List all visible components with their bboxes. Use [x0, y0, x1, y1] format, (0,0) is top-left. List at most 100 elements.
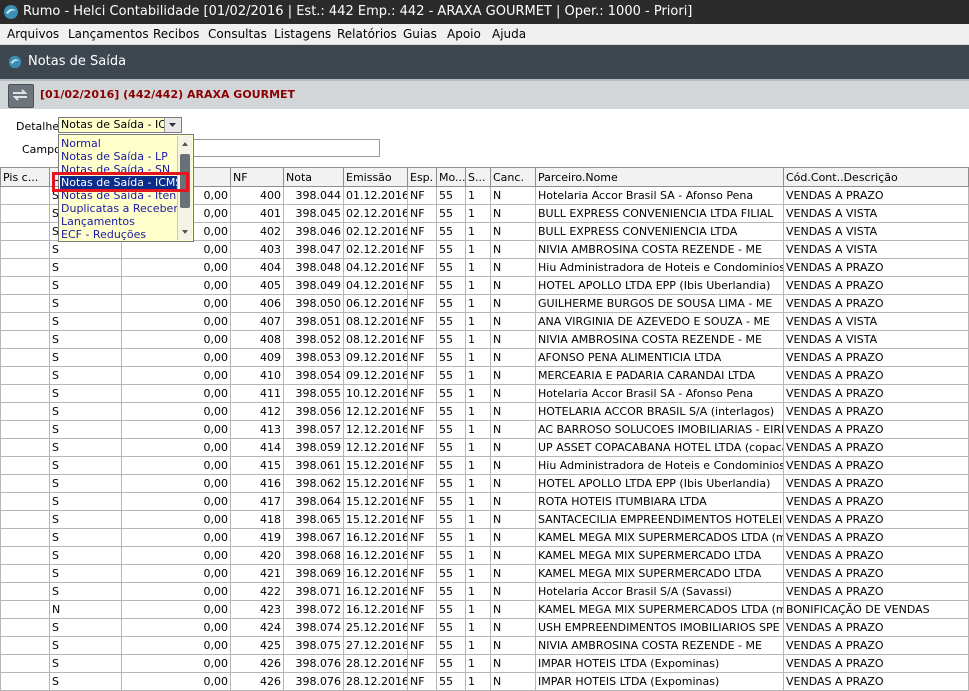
dropdown-toggle[interactable] [164, 118, 181, 132]
table-row[interactable]: S 0,00 403 398.047 02.12.2016 NF 55 1 N NIVIA AMB… [0, 240, 969, 259]
column-header[interactable]: Nota [283, 167, 344, 187]
table-cell: VENDAS A PRAZO [783, 636, 969, 655]
table-cell: 398.065 [283, 510, 344, 529]
dropdown-item-duplicatas-receber[interactable]: Duplicatas a Receber [61, 202, 178, 215]
table-cell: 28.12.2016 [343, 654, 408, 673]
table-row[interactable]: S 0,00 426 398.076 28.12.2016 NF 55 1 N IMPAR HOT… [0, 672, 969, 691]
dropdown-item-ecf-reducoes[interactable]: ECF - Reduções [61, 228, 146, 241]
table-row[interactable]: S 0,00 426 398.076 28.12.2016 NF 55 1 N IMPAR HOT… [0, 654, 969, 673]
table-cell: 0,00 [121, 258, 231, 277]
table-cell: 424 [230, 618, 284, 637]
table-cell: VENDAS A PRAZO [783, 384, 969, 403]
menu-listagens[interactable]: Listagens [274, 24, 331, 44]
table-cell: 398.055 [283, 384, 344, 403]
column-header[interactable]: Canc. [490, 167, 536, 187]
campo-input[interactable] [192, 139, 380, 157]
dropdown-item-lancamentos[interactable]: Lançamentos [61, 215, 135, 228]
table-cell: N [490, 330, 536, 349]
table-cell: N [490, 312, 536, 331]
table-row[interactable]: S 0,00 418 398.065 15.12.2016 NF 55 1 N SANTACECI… [0, 510, 969, 529]
table-row[interactable]: N 0,00 423 398.072 16.12.2016 NF 55 1 N KAMEL MEG… [0, 600, 969, 619]
table-cell: 1 [465, 474, 491, 493]
table-cell: 16.12.2016 [343, 528, 408, 547]
scroll-down-icon[interactable] [178, 226, 192, 238]
table-row[interactable]: S 0,00 417 398.064 15.12.2016 NF 55 1 N ROTA HOTE… [0, 492, 969, 511]
table-cell [0, 438, 50, 457]
table-row[interactable]: S 0,00 422 398.071 16.12.2016 NF 55 1 N Hotelaria… [0, 582, 969, 601]
table-row[interactable]: S 0,00 408 398.052 08.12.2016 NF 55 1 N NIVIA AMB… [0, 330, 969, 349]
table-cell: 1 [465, 312, 491, 331]
column-header[interactable]: Emissão [343, 167, 408, 187]
table-cell: 1 [465, 528, 491, 547]
scroll-up-icon[interactable] [178, 138, 192, 150]
table-cell: 0,00 [121, 474, 231, 493]
table-cell: 1 [465, 564, 491, 583]
table-cell: 398.069 [283, 564, 344, 583]
table-row[interactable]: S 0,00 410 398.054 09.12.2016 NF 55 1 N MERCEARIA… [0, 366, 969, 385]
table-cell: 15.12.2016 [343, 474, 408, 493]
table-cell: 0,00 [121, 348, 231, 367]
table-cell: 1 [465, 582, 491, 601]
table-cell: S [49, 636, 122, 655]
table-row[interactable]: S 0,00 414 398.059 12.12.2016 NF 55 1 N UP ASSET … [0, 438, 969, 457]
table-row[interactable]: S 0,00 420 398.068 16.12.2016 NF 55 1 N KAMEL MEG… [0, 546, 969, 565]
table-row[interactable]: S 0,00 411 398.055 10.12.2016 NF 55 1 N Hotelaria… [0, 384, 969, 403]
table-row[interactable]: S 0,00 409 398.053 09.12.2016 NF 55 1 N AFONSO PE… [0, 348, 969, 367]
table-cell: NF [407, 546, 437, 565]
table-row[interactable]: S 0,00 425 398.075 27.12.2016 NF 55 1 N NIVIA AMB… [0, 636, 969, 655]
table-cell: 0,00 [121, 654, 231, 673]
column-header[interactable]: NF [230, 167, 284, 187]
table-row[interactable]: S 0,00 407 398.051 08.12.2016 NF 55 1 N ANA VIRGI… [0, 312, 969, 331]
navigate-back-button[interactable] [8, 84, 34, 108]
table-row[interactable]: S 0,00 421 398.069 16.12.2016 NF 55 1 N KAMEL MEG… [0, 564, 969, 583]
column-header[interactable]: Cód.Cont..Descrição [783, 167, 969, 187]
column-header[interactable]: S... [465, 167, 491, 187]
menu-consultas[interactable]: Consultas [208, 24, 267, 44]
column-header[interactable]: Pis c... [0, 167, 50, 187]
menu-apoio[interactable]: Apoio [447, 24, 481, 44]
table-cell: 398.075 [283, 636, 344, 655]
table-cell [0, 618, 50, 637]
table-cell [0, 582, 50, 601]
column-header[interactable]: Esp. [407, 167, 437, 187]
menu-lancamentos[interactable]: Lançamentos [68, 24, 149, 44]
table-cell: 1 [465, 258, 491, 277]
table-row[interactable]: S 0,00 406 398.050 06.12.2016 NF 55 1 N GUILHERME… [0, 294, 969, 313]
menu-relatorios[interactable]: Relatórios [337, 24, 397, 44]
table-row[interactable]: S 0,00 419 398.067 16.12.2016 NF 55 1 N KAMEL MEG… [0, 528, 969, 547]
menu-arquivos[interactable]: Arquivos [7, 24, 59, 44]
table-cell: 403 [230, 240, 284, 259]
table-cell: S [49, 402, 122, 421]
column-header[interactable]: Mo... [436, 167, 466, 187]
table-cell: 398.067 [283, 528, 344, 547]
table-cell: 398.061 [283, 456, 344, 475]
table-row[interactable]: S 0,00 416 398.062 15.12.2016 NF 55 1 N HOTEL APO… [0, 474, 969, 493]
table-cell: 55 [436, 618, 466, 637]
table-row[interactable]: S 0,00 412 398.056 12.12.2016 NF 55 1 N HOTELARIA… [0, 402, 969, 421]
detalhe-select[interactable]: Notas de Saída - ICMS [58, 117, 182, 133]
dropdown-item-notas-saida-lp[interactable]: Notas de Saída - LP [61, 150, 168, 163]
table-cell: VENDAS A VISTA [783, 240, 969, 259]
table-cell: 414 [230, 438, 284, 457]
table-row[interactable]: S 0,00 413 398.057 12.12.2016 NF 55 1 N AC BARROS… [0, 420, 969, 439]
table-row[interactable]: S 0,00 415 398.061 15.12.2016 NF 55 1 N Hiu Admin… [0, 456, 969, 475]
table-cell: 0,00 [121, 528, 231, 547]
table-cell [0, 312, 50, 331]
table-cell: 55 [436, 438, 466, 457]
table-row[interactable]: S 0,00 405 398.049 04.12.2016 NF 55 1 N HOTEL APO… [0, 276, 969, 295]
table-cell: 398.076 [283, 672, 344, 691]
table-cell [0, 492, 50, 511]
table-row[interactable]: S 0,00 404 398.048 04.12.2016 NF 55 1 N Hiu Admin… [0, 258, 969, 277]
menu-guias[interactable]: Guias [403, 24, 437, 44]
column-header[interactable]: Parceiro.Nome [535, 167, 784, 187]
menu-ajuda[interactable]: Ajuda [492, 24, 526, 44]
invoice-grid[interactable]: Pis c... C NF Nota Emissão Esp. Mo... S... Canc.… [0, 167, 969, 691]
table-cell: N [490, 276, 536, 295]
table-cell: NF [407, 420, 437, 439]
menu-recibos[interactable]: Recibos [153, 24, 199, 44]
table-cell: S [49, 528, 122, 547]
table-cell: KAMEL MEGA MIX SUPERMERCADO LTDA [535, 546, 784, 565]
table-row[interactable]: S 0,00 424 398.074 25.12.2016 NF 55 1 N USH EMPRE… [0, 618, 969, 637]
table-cell: NF [407, 474, 437, 493]
dropdown-item-normal[interactable]: Normal [61, 137, 101, 150]
